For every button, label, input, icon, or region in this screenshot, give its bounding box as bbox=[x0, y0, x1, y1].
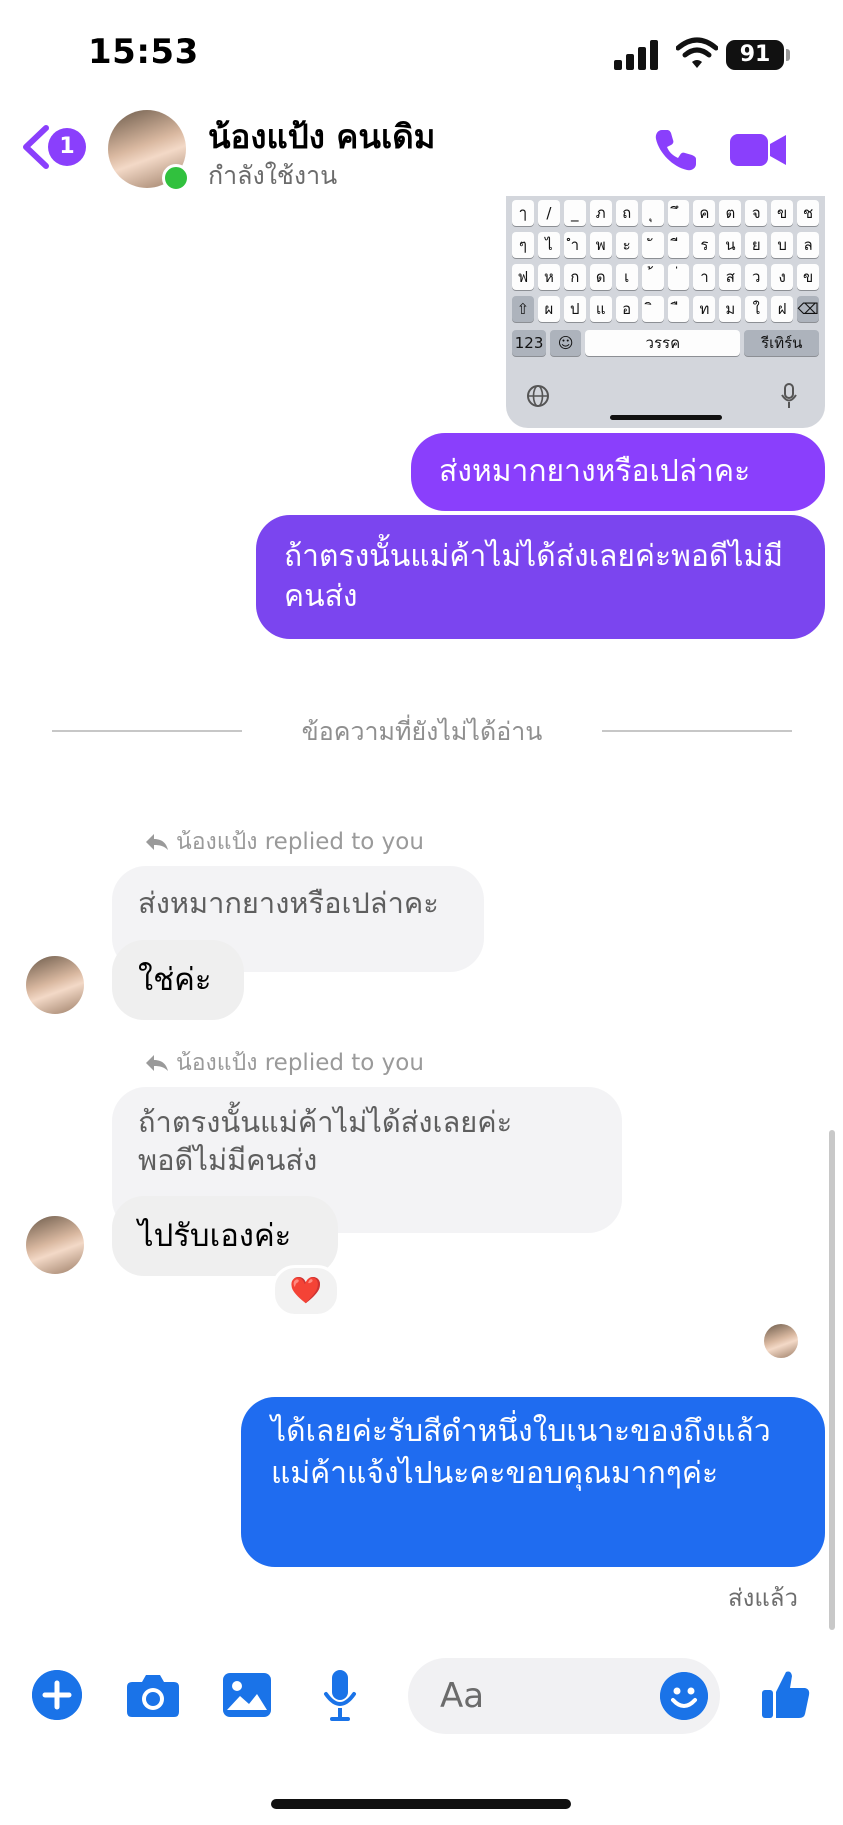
thumbs-up-icon[interactable] bbox=[760, 1668, 812, 1720]
key: _ bbox=[563, 200, 586, 226]
key: ้ bbox=[641, 264, 664, 290]
return-key: รีเทิร์น bbox=[744, 330, 819, 356]
incoming-message[interactable]: ไปรับเองค่ะ bbox=[112, 1196, 338, 1276]
battery-cap bbox=[786, 49, 790, 61]
keyboard-row-3: ฟ ห ก ด เ ้ ่ า ส ว ง ข bbox=[512, 264, 820, 290]
sender-avatar[interactable] bbox=[26, 1216, 84, 1274]
key: ิ bbox=[641, 296, 664, 322]
microphone-icon[interactable] bbox=[322, 1668, 358, 1722]
online-indicator bbox=[162, 164, 190, 192]
home-indicator bbox=[271, 1799, 571, 1809]
key: ส bbox=[719, 264, 742, 290]
key: ถ bbox=[615, 200, 638, 226]
seen-avatar bbox=[764, 1324, 798, 1358]
numbers-key: 123 bbox=[512, 330, 547, 356]
divider-line bbox=[602, 730, 792, 732]
key: น bbox=[719, 232, 742, 258]
shared-image-keyboard[interactable]: ๅ / _ ภ ถ ุ ึ ค ต จ ข ช ๆ ไ ำ พ ะ ั ี ร … bbox=[506, 196, 825, 428]
emoji-key: ☺ bbox=[550, 330, 582, 356]
keyboard-row-5: 123 ☺ วรรค รีเทิร์น bbox=[512, 330, 819, 356]
key: ง bbox=[771, 264, 794, 290]
key: ุ bbox=[641, 200, 664, 226]
key: เ bbox=[615, 264, 638, 290]
key: ห bbox=[537, 264, 560, 290]
outgoing-message[interactable]: ได้เลยค่ะรับสีดำหนึ่งใบเนาะของถึงแล้วแม่… bbox=[241, 1397, 825, 1567]
outgoing-message[interactable]: ส่งหมากยางหรือเปล่าคะ bbox=[411, 433, 825, 511]
unread-divider-label: ข้อความที่ยังไม่ได้อ่าน bbox=[301, 717, 543, 746]
divider-line bbox=[52, 730, 242, 732]
key: บ bbox=[771, 232, 794, 258]
reply-label: น้องแป้ง replied to you bbox=[176, 829, 424, 855]
key: อ bbox=[615, 296, 638, 322]
key: แ bbox=[589, 296, 612, 322]
battery-indicator: 91 bbox=[726, 40, 784, 70]
key: พ bbox=[589, 232, 612, 258]
key: ข bbox=[797, 264, 820, 290]
key: ช bbox=[797, 200, 820, 226]
space-key: วรรค bbox=[585, 330, 741, 356]
key: ต bbox=[719, 200, 742, 226]
key: ฟ bbox=[512, 264, 534, 290]
key: ก bbox=[563, 264, 586, 290]
key: า bbox=[693, 264, 716, 290]
key: ข bbox=[771, 200, 794, 226]
photo-icon[interactable] bbox=[222, 1672, 272, 1718]
sent-status: ส่งแล้ว bbox=[727, 1584, 798, 1612]
reply-arrow-icon bbox=[146, 1055, 168, 1071]
key: / bbox=[537, 200, 560, 226]
reply-header: น้องแป้ง replied to you bbox=[144, 1045, 424, 1081]
key: ่ bbox=[667, 264, 690, 290]
signal-icon bbox=[614, 40, 658, 70]
keyboard-home-indicator bbox=[610, 415, 722, 420]
key: ฝ bbox=[771, 296, 794, 322]
key: ด bbox=[589, 264, 612, 290]
key: ไ bbox=[537, 232, 560, 258]
heart-reaction[interactable]: ❤️ bbox=[272, 1265, 340, 1317]
key: ึ bbox=[667, 200, 690, 226]
key: ำ bbox=[563, 232, 586, 258]
status-time: 15:53 bbox=[88, 32, 199, 72]
key: ท bbox=[693, 296, 716, 322]
emoji-icon[interactable] bbox=[660, 1672, 708, 1720]
key: ม bbox=[719, 296, 742, 322]
key: ร bbox=[693, 232, 716, 258]
phone-icon[interactable] bbox=[652, 126, 700, 174]
plus-icon[interactable] bbox=[32, 1670, 82, 1720]
microphone-icon bbox=[781, 383, 797, 408]
key: ี bbox=[667, 232, 690, 258]
key: ื bbox=[667, 296, 690, 322]
key: ผ bbox=[537, 296, 560, 322]
wifi-icon bbox=[676, 37, 718, 68]
key: ล bbox=[797, 232, 820, 258]
key: ๅ bbox=[512, 200, 534, 226]
reply-arrow-icon bbox=[146, 834, 168, 850]
key: ใ bbox=[745, 296, 768, 322]
keyboard-row-1: ๅ / _ ภ ถ ุ ึ ค ต จ ข ช bbox=[512, 200, 820, 226]
key: ว bbox=[745, 264, 768, 290]
key: ๆ bbox=[512, 232, 534, 258]
message-input-placeholder[interactable]: Aa bbox=[440, 1676, 484, 1716]
reply-label: น้องแป้ง replied to you bbox=[176, 1050, 424, 1076]
video-camera-icon[interactable] bbox=[730, 130, 788, 170]
key: ย bbox=[745, 232, 768, 258]
outgoing-message[interactable]: ถ้าตรงนั้นแม่ค้าไม่ได้ส่งเลยค่ะพอดีไม่มี… bbox=[256, 515, 825, 639]
key: ั bbox=[641, 232, 664, 258]
shift-key: ⇧ bbox=[512, 296, 534, 322]
key: จ bbox=[745, 200, 768, 226]
keyboard-row-4: ⇧ ผ ป แ อ ิ ื ท ม ใ ฝ ⌫ bbox=[512, 296, 820, 322]
contact-status: กำลังใช้งาน bbox=[208, 161, 338, 190]
incoming-message[interactable]: ใช่ค่ะ bbox=[112, 940, 244, 1020]
key: ค bbox=[693, 200, 716, 226]
delete-key: ⌫ bbox=[797, 296, 820, 322]
unread-count-badge[interactable]: 1 bbox=[48, 128, 86, 166]
globe-icon bbox=[527, 385, 549, 407]
scrollbar[interactable] bbox=[829, 1130, 835, 1630]
key: ะ bbox=[615, 232, 638, 258]
sender-avatar[interactable] bbox=[26, 956, 84, 1014]
reply-header: น้องแป้ง replied to you bbox=[144, 824, 424, 860]
keyboard-row-2: ๆ ไ ำ พ ะ ั ี ร น ย บ ล bbox=[512, 232, 820, 258]
key: ป bbox=[563, 296, 586, 322]
key: ภ bbox=[589, 200, 612, 226]
camera-icon[interactable] bbox=[126, 1672, 180, 1718]
